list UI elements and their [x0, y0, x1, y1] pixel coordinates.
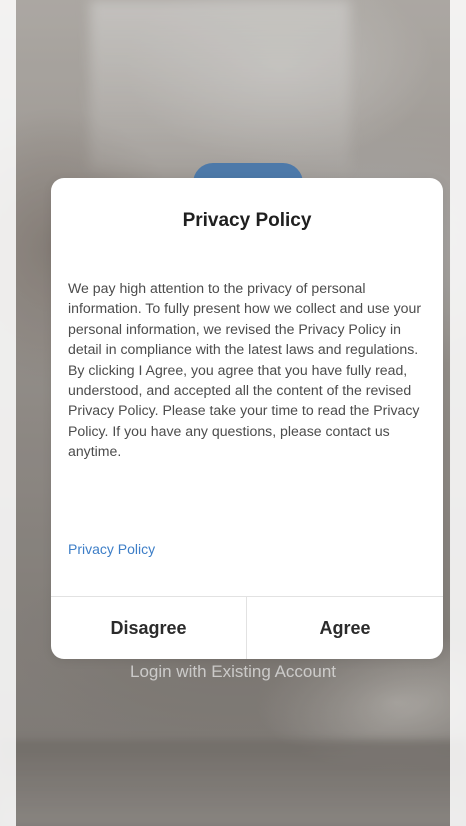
disagree-button[interactable]: Disagree — [51, 597, 246, 659]
left-edge-strip — [0, 0, 16, 826]
dialog-body-text: We pay high attention to the privacy of … — [68, 280, 422, 460]
privacy-policy-link[interactable]: Privacy Policy — [68, 541, 155, 557]
app-screen: Login with Existing Account Privacy Poli… — [0, 0, 466, 826]
privacy-policy-dialog: Privacy Policy We pay high attention to … — [51, 178, 443, 659]
right-edge-strip — [450, 0, 466, 826]
dialog-title: Privacy Policy — [182, 210, 312, 231]
agree-button[interactable]: Agree — [247, 597, 443, 659]
login-existing-account-link[interactable]: Login with Existing Account — [0, 662, 466, 682]
